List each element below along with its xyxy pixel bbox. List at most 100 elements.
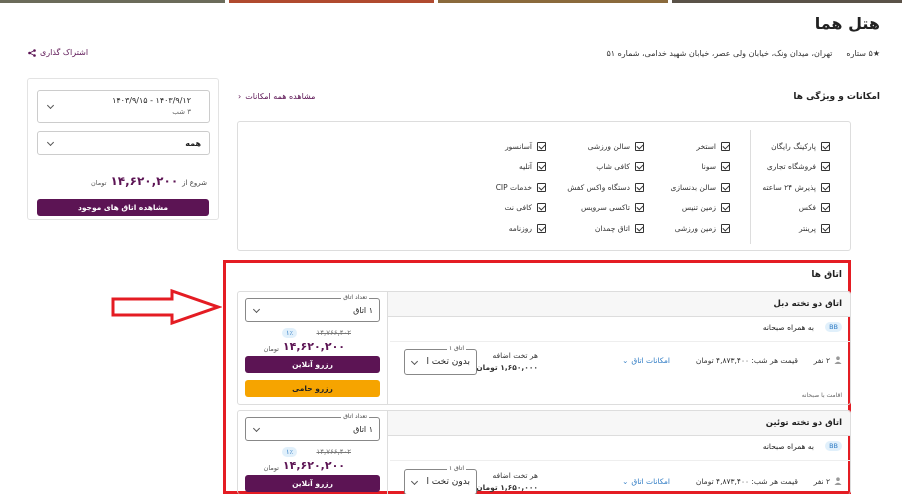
view-rooms-button[interactable]: مشاهده اتاق های موجود (37, 199, 209, 216)
chevron-down-icon: ⌄ (622, 477, 629, 486)
checkbox-icon (821, 223, 830, 233)
checkbox-icon (635, 141, 644, 151)
room-card: تعداد اتاق ۱ اتاق ۱۴,۷۶۶,۴۰۲ ۱٪ ۱۴,۶۲۰,۲… (237, 291, 851, 405)
chevron-down-icon (410, 477, 419, 486)
row-divider (390, 341, 850, 342)
currency-label: تومان (263, 345, 279, 353)
amenity-item: سونا (670, 157, 730, 178)
guests-select[interactable]: همه (37, 131, 210, 155)
chevron-down-icon (46, 101, 55, 110)
room-features-link[interactable]: امکانات اتاق ⌄ (622, 477, 670, 486)
booking-card: ۱۴۰۳/۹/۱۲ - ۱۴۰۳/۹/۱۵ ۳ شب همه شروع از ۱… (27, 78, 219, 220)
nights-count: ۳ شب (172, 108, 191, 116)
extra-bed-legend: اتاق ۱ (447, 465, 466, 472)
room-name: اتاق دو تخته دبل (773, 299, 842, 309)
share-icon (28, 48, 36, 57)
amenity-item: خدمات CIP (496, 177, 546, 198)
checkbox-icon (721, 223, 730, 233)
room-price-panel: تعداد اتاق ۱ اتاق ۱۴,۷۶۶,۴۰۲ ۱٪ ۱۴,۶۲۰,۲… (238, 411, 388, 494)
share-button[interactable]: اشتراک گذاری (28, 48, 88, 57)
amenity-item: سالن ورزشی (567, 136, 644, 157)
breakfast-label: به همراه صبحانه (762, 442, 814, 451)
amenities-column-3: سالن ورزشی کافی شاپ دستگاه واکس کفش تاکس… (567, 136, 644, 239)
date-range-select[interactable]: ۱۴۰۳/۹/۱۲ - ۱۴۰۳/۹/۱۵ ۳ شب (37, 90, 210, 123)
room-count-legend: تعداد اتاق (341, 413, 369, 420)
book-online-button[interactable]: رزرو آنلاین (245, 475, 380, 492)
amenities-column-1: پارکینگ رایگان فروشگاه تجاری پذیرش ۲۴ سا… (762, 136, 830, 239)
checkbox-icon (537, 162, 546, 172)
checkbox-icon (537, 203, 546, 213)
checkbox-icon (721, 203, 730, 213)
room-count-select[interactable]: تعداد اتاق ۱ اتاق (245, 294, 380, 322)
checkbox-icon (721, 182, 730, 192)
amenity-item: زمین تنیس (670, 198, 730, 219)
amenity-item: سالن بدنسازی (670, 177, 730, 198)
amenity-item: تاکسی سرویس (567, 198, 644, 219)
extra-bed-label: هر تخت اضافه (492, 471, 539, 480)
share-label: اشتراک گذاری (40, 48, 89, 57)
book-online-button[interactable]: رزرو آنلاین (245, 356, 380, 373)
room-features-label: امکانات اتاق (631, 477, 670, 486)
checkbox-icon (635, 162, 644, 172)
room-price: ۱۴,۶۲۰,۲۰۰ (282, 459, 345, 472)
chevron-down-icon (252, 305, 261, 314)
persons-count: ۲ نفر (813, 356, 830, 365)
chevron-down-icon: ⌄ (622, 356, 629, 365)
room-features-link[interactable]: امکانات اتاق ⌄ (622, 356, 670, 365)
checkbox-icon (635, 203, 644, 213)
room-count-select[interactable]: تعداد اتاق ۱ اتاق (245, 413, 380, 441)
checkbox-icon (821, 203, 830, 213)
extra-bed-value: بدون تخت ا (426, 357, 470, 367)
checkbox-icon (821, 141, 830, 151)
amenity-item: اتاق چمدان (567, 218, 644, 239)
amenity-item: کافی نت (496, 198, 546, 219)
person-icon (834, 356, 842, 364)
amenity-item: فکس (762, 198, 830, 219)
amenity-item: فروشگاه تجاری (762, 157, 830, 178)
room-count-legend: تعداد اتاق (341, 294, 369, 301)
nightly-price: قیمت هر شب: ۴,۸۷۳,۴۰۰ تومان (695, 356, 798, 365)
checkbox-icon (635, 182, 644, 192)
breakfast-label: به همراه صبحانه (762, 323, 814, 332)
persons-count: ۲ نفر (813, 477, 830, 486)
amenities-box: پارکینگ رایگان فروشگاه تجاری پذیرش ۲۴ سا… (237, 121, 851, 251)
sponsor-booking-button[interactable]: رزرو حامی (245, 380, 380, 397)
original-price: ۱۴,۷۶۶,۴۰۲ (316, 448, 351, 456)
red-arrow-icon (111, 288, 222, 326)
amenity-item: زمین ورزشی (670, 218, 730, 239)
amenity-item: روزنامه (496, 218, 546, 239)
nightly-price: قیمت هر شب: ۴,۸۷۳,۴۰۰ تومان (695, 477, 798, 486)
hotel-title: هتل هما (814, 14, 880, 33)
amenity-item: آسانسور (496, 136, 546, 157)
discount-badge: ۱٪ (282, 447, 297, 457)
discount-badge: ۱٪ (282, 328, 297, 338)
amenities-column-2: استخر سونا سالن بدنسازی زمین تنیس زمین و… (670, 136, 730, 239)
amenity-item: استخر (670, 136, 730, 157)
checkbox-icon (721, 141, 730, 151)
star-rating: ★۵ ستاره (846, 49, 880, 58)
chevron-down-icon (252, 424, 261, 433)
from-label: شروع از (182, 179, 207, 187)
see-all-label: مشاهده همه امکانات (245, 92, 316, 101)
room-count-value: ۱ اتاق (353, 306, 373, 315)
row-divider (390, 460, 850, 461)
extra-bed-legend: اتاق ۱ (447, 345, 466, 352)
hotel-address: تهران، میدان ونک، خیابان ولی عصر، خیابان… (606, 49, 833, 58)
amenity-item: پارکینگ رایگان (762, 136, 830, 157)
checkbox-icon (821, 182, 830, 192)
extra-bed-select[interactable]: اتاق ۱ بدون تخت ا (404, 465, 477, 494)
extra-bed-select[interactable]: اتاق ۱ بدون تخت ا (404, 345, 477, 375)
amenity-item: آتلیه (496, 157, 546, 178)
checkbox-icon (537, 141, 546, 151)
room-header: اتاق دو تخته توئین (388, 411, 850, 436)
room-price-panel: تعداد اتاق ۱ اتاق ۱۴,۷۶۶,۴۰۲ ۱٪ ۱۴,۶۲۰,۲… (238, 292, 388, 404)
stay-note: اقامت با صبحانه (801, 392, 842, 399)
extra-bed-value: بدون تخت ا (426, 477, 470, 487)
see-all-amenities-link[interactable]: مشاهده همه امکانات ‹ (238, 92, 315, 101)
hotel-photo-strip[interactable] (0, 0, 902, 3)
checkbox-icon (721, 162, 730, 172)
date-range-value: ۱۴۰۳/۹/۱۲ - ۱۴۰۳/۹/۱۵ (112, 96, 191, 105)
room-price: ۱۴,۶۲۰,۲۰۰ (282, 340, 345, 353)
guests-value: همه (185, 139, 201, 148)
amenity-item: کافی شاپ (567, 157, 644, 178)
